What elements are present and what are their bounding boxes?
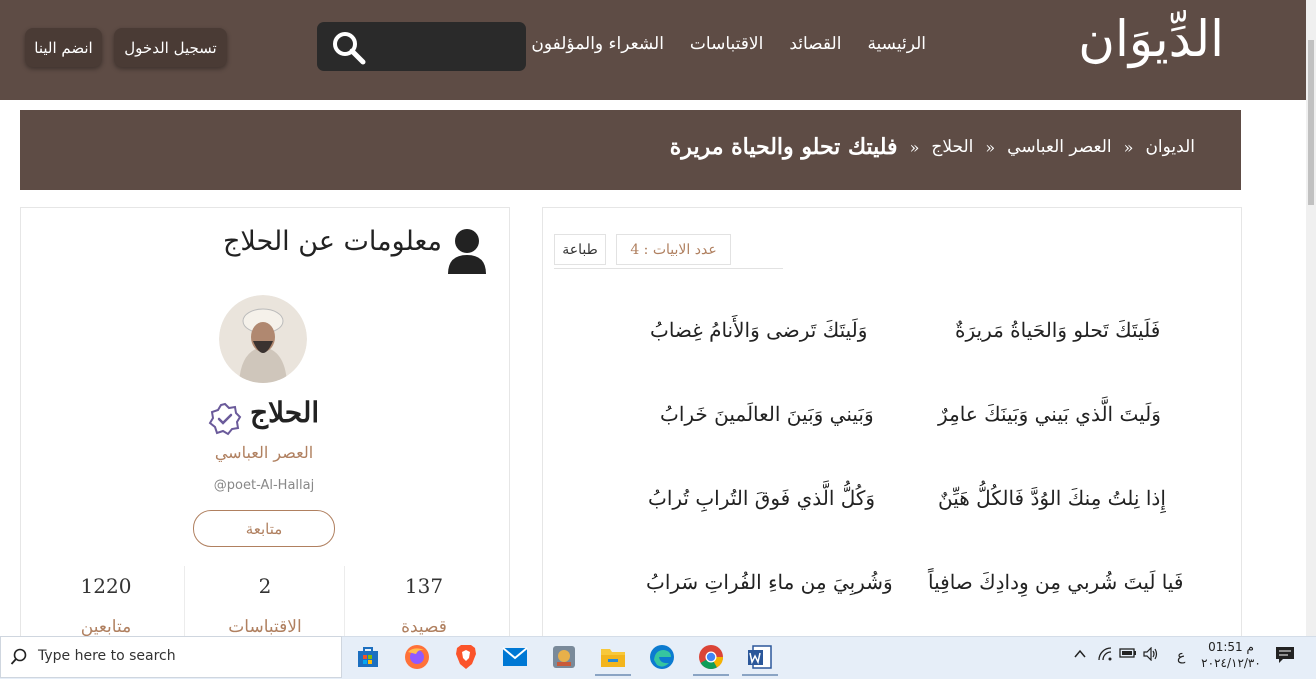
battery-icon[interactable] xyxy=(1119,647,1137,663)
app-icon[interactable] xyxy=(549,642,579,672)
stat-followers-count: 1220 xyxy=(80,574,132,598)
stat-poems-label[interactable]: قصيدة xyxy=(374,617,474,637)
stat-poems-count: 137 xyxy=(404,574,444,598)
login-button[interactable]: تسجيل الدخول xyxy=(114,28,227,67)
print-button[interactable]: طباعة xyxy=(554,234,606,265)
taskbar-search-icon xyxy=(10,648,27,665)
active-app-indicator xyxy=(742,674,778,676)
stat-divider xyxy=(184,566,185,636)
search-input[interactable] xyxy=(317,22,526,71)
toolbar-divider xyxy=(554,268,783,269)
input-language-indicator[interactable]: ع xyxy=(1177,648,1185,664)
breadcrumb-current: فليتك تحلو والحياة مريرة xyxy=(669,134,898,160)
verse-1-left: وَلَيتَكَ تَرضى وَالأَنامُ غِضابُ xyxy=(650,318,868,342)
active-app-indicator xyxy=(693,674,729,676)
stat-quotes-count: 2 xyxy=(258,574,272,598)
active-app-indicator xyxy=(595,674,631,676)
nav-poets[interactable]: الشعراء والمؤلفون xyxy=(531,34,664,54)
site-logo[interactable]: الدِّيوَان xyxy=(1078,10,1224,68)
main-nav: الرئيسية القصائد الاقتباسات الشعراء والم… xyxy=(531,34,926,54)
breadcrumb-era[interactable]: العصر العباسي xyxy=(1007,137,1111,157)
store-icon[interactable] xyxy=(353,642,383,672)
poet-avatar[interactable] xyxy=(219,295,307,383)
file-explorer-icon[interactable] xyxy=(598,642,628,672)
taskbar-clock-date[interactable]: ٢٠٢٤/١٢/٣٠ xyxy=(1196,656,1266,670)
verse-2-right: وَلَيتَ الَّذي بَيني وَبَينَكَ عامِرٌ xyxy=(938,402,1161,426)
poet-handle: @poet-Al-Hallaj xyxy=(213,478,315,493)
breadcrumb-diwan[interactable]: الديوان xyxy=(1145,137,1195,157)
volume-icon[interactable] xyxy=(1143,646,1159,665)
edge-icon[interactable] xyxy=(647,642,677,672)
breadcrumb-separator: » xyxy=(909,137,920,157)
verse-2-left: وَبَيني وَبَينَ العالَمينَ خَرابُ xyxy=(660,402,874,426)
nav-home[interactable]: الرئيسية xyxy=(867,34,926,54)
breadcrumb-separator: » xyxy=(985,137,996,157)
stat-followers-label[interactable]: متابعين xyxy=(56,617,156,637)
wifi-icon[interactable] xyxy=(1097,647,1113,665)
verse-4-right: فَيا لَيتَ شُربي مِن وِدادِكَ صافِياً xyxy=(928,570,1184,594)
poet-section-title: معلومات عن الحلاج xyxy=(222,226,442,257)
verse-1-right: فَلَيتَكَ تَحلو وَالحَياةُ مَريرَةٌ xyxy=(955,318,1161,342)
follow-button[interactable]: متابعة xyxy=(193,510,335,547)
scrollbar-thumb[interactable] xyxy=(1308,40,1314,205)
verified-badge-icon xyxy=(208,402,242,436)
breadcrumb-poet[interactable]: الحلاج xyxy=(931,137,973,157)
mail-icon[interactable] xyxy=(500,642,530,672)
breadcrumb: الديوان » العصر العباسي » الحلاج » فليتك… xyxy=(670,134,1195,160)
stat-divider xyxy=(344,566,345,636)
poet-era[interactable]: العصر العباسي xyxy=(0,443,528,462)
brave-icon[interactable] xyxy=(451,642,481,672)
verse-4-left: وَشُربِيَ مِن ماءِ الفُراتِ سَرابُ xyxy=(646,570,893,594)
nav-quotes[interactable]: الاقتباسات xyxy=(690,34,763,54)
chevron-up-icon[interactable] xyxy=(1073,647,1087,665)
taskbar-search-placeholder[interactable]: Type here to search xyxy=(38,648,176,664)
stat-quotes-label[interactable]: الاقتباسات xyxy=(215,617,315,637)
taskbar-clock-time[interactable]: 01:51 م xyxy=(1206,640,1256,654)
poet-name: الحلاج xyxy=(250,396,320,429)
word-icon[interactable] xyxy=(745,642,775,672)
chrome-icon[interactable] xyxy=(696,642,726,672)
user-icon xyxy=(448,229,486,274)
firefox-icon[interactable] xyxy=(402,642,432,672)
breadcrumb-separator: » xyxy=(1123,137,1134,157)
verse-3-left: وَكُلُّ الَّذي فَوقَ التُرابِ تُرابُ xyxy=(648,486,876,510)
verse-count-badge: عدد الابيات : 4 xyxy=(616,234,731,265)
breadcrumb-bar: الديوان » العصر العباسي » الحلاج » فليتك… xyxy=(20,110,1241,190)
notification-icon[interactable] xyxy=(1275,646,1295,668)
join-button[interactable]: انضم الينا xyxy=(25,28,102,67)
search-icon[interactable] xyxy=(331,30,367,66)
verse-3-right: إِذا نِلتُ مِنكَ الوُدَّ فَالكُلُّ هَيِّ… xyxy=(938,486,1166,510)
nav-poems[interactable]: القصائد xyxy=(789,34,841,54)
